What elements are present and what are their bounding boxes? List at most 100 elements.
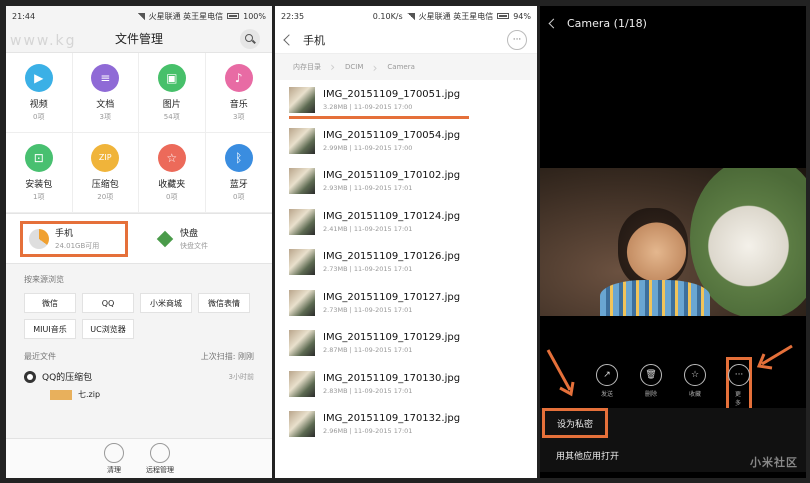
category-count: 3项 — [99, 112, 111, 121]
category-icon: ᛒ — [224, 143, 253, 172]
kuaipan-name: 快盘 — [180, 229, 199, 239]
arrow-line-left — [546, 349, 572, 391]
file-meta: 2.96MB | 11-09-2015 17:01 — [323, 427, 413, 436]
phone-storage-button[interactable]: 手机 24.01GB可用 — [20, 220, 128, 257]
file-name: IMG_20151109_170124.jpg — [323, 210, 461, 222]
source-chip[interactable]: MIUI音乐 — [24, 319, 76, 339]
category-tile[interactable]: ♪ 音乐 3项 — [205, 53, 272, 133]
file-row[interactable]: IMG_20151109_170124.jpg 2.41MB | 11-09-20… — [275, 202, 537, 243]
battery-icon — [227, 13, 240, 19]
file-row[interactable]: IMG_20151109_170051.jpg 3.28MB | 11-09-20… — [275, 80, 537, 121]
source-chip[interactable]: 小米商城 — [140, 293, 192, 313]
category-tile[interactable]: ☆ 收藏夹 0项 — [139, 133, 206, 213]
category-label: 视频 — [29, 99, 48, 110]
source-chip[interactable]: 微信表情 — [198, 293, 250, 313]
file-thumbnail — [289, 127, 315, 154]
broom-icon — [104, 442, 124, 463]
composite-screenshot: 21:44 火星联通 英王星电信 100% www.kg 文件管理 ▶ 视频 0项 ≡… — [0, 0, 810, 483]
search-icon[interactable] — [240, 29, 260, 49]
kuaipan-sub: 快盘文件 — [180, 242, 208, 250]
kuaipan-button[interactable]: 快盘 快盘文件 — [156, 226, 208, 251]
file-list: IMG_20151109_170051.jpg 3.28MB | 11-09-20… — [275, 80, 537, 445]
file-thumbnail — [289, 208, 315, 235]
file-manager-panel: 21:44 火星联通 英王星电信 100% www.kg 文件管理 ▶ 视频 0项 ≡… — [6, 6, 272, 478]
breadcrumb-item[interactable]: DCIM — [333, 61, 378, 75]
category-label: 文档 — [96, 99, 115, 110]
category-label: 图片 — [162, 99, 181, 110]
back-arrow-icon[interactable] — [283, 33, 295, 46]
category-icon: ☆ — [157, 143, 186, 172]
category-tile[interactable]: ▣ 图片 54项 — [139, 53, 206, 133]
status-carriers: 火星联通 英王星电信 — [148, 11, 224, 21]
category-icon: ▣ — [157, 63, 186, 92]
breadcrumb-item[interactable]: 内存目录 — [281, 60, 335, 74]
recent-file-name: 七.zip — [78, 390, 101, 399]
storage-row: 手机 24.01GB可用 快盘 快盘文件 — [6, 214, 272, 264]
file-thumbnail — [289, 411, 315, 438]
file-row[interactable]: IMG_20151109_170132.jpg 2.96MB | 11-09-20… — [275, 404, 537, 445]
status-speed: 0.10K/s — [372, 11, 403, 21]
breadcrumb-item[interactable]: Camera — [375, 63, 426, 71]
phone-storage-name: 手机 — [55, 229, 74, 239]
status-battery: 100% — [243, 11, 266, 21]
file-thumbnail — [289, 289, 315, 316]
source-chip[interactable]: UC浏览器 — [82, 319, 134, 339]
remote-manage-label: 远程管理 — [146, 465, 174, 474]
remote-manage-button[interactable]: 远程管理 — [146, 442, 174, 475]
battery-icon — [497, 13, 510, 19]
category-tile[interactable]: ⊡ 安装包 1项 — [6, 133, 73, 213]
file-meta: 2.73MB | 11-09-2015 17:01 — [323, 305, 413, 314]
category-count: 20项 — [97, 192, 114, 201]
file-row[interactable]: IMG_20151109_170054.jpg 2.99MB | 11-09-20… — [275, 121, 537, 162]
recent-file[interactable]: 七.zip — [6, 387, 272, 400]
kuaipan-icon — [156, 230, 174, 247]
category-tile[interactable]: ≡ 文档 3项 — [72, 53, 139, 133]
category-label: 安装包 — [25, 179, 53, 190]
file-name: IMG_20151109_170130.jpg — [323, 372, 461, 384]
file-name: IMG_20151109_170102.jpg — [323, 170, 461, 182]
file-name: IMG_20151109_170051.jpg — [323, 89, 461, 101]
recent-item[interactable]: QQ的压缩包 3小时前 — [6, 366, 272, 387]
category-icon: ▶ — [24, 63, 53, 92]
category-grid: ▶ 视频 0项 ≡ 文档 3项 ▣ 图片 54项 ♪ 音乐 3项 ⊡ 安装包 1项 ZIP 压缩包 20项 ☆ 收藏夹… — [6, 52, 272, 214]
category-tile[interactable]: ᛒ 蓝牙 0项 — [205, 133, 272, 213]
photo-viewer-panel: Camera (1/18) ↗ 发送 🗑 删除 ☆ 收藏 ··· 更多 设为私密 用其他应用打… — [540, 6, 806, 478]
status-carriers: 火星联通 英王星电信 — [418, 11, 494, 21]
category-count: 1项 — [33, 192, 45, 201]
file-row[interactable]: IMG_20151109_170127.jpg 2.73MB | 11-09-20… — [275, 283, 537, 324]
file-name: IMG_20151109_170126.jpg — [323, 251, 461, 263]
file-meta: 2.83MB | 11-09-2015 17:01 — [323, 386, 413, 395]
category-count: 3项 — [233, 112, 245, 121]
annotation-arrows — [546, 344, 793, 397]
file-row[interactable]: IMG_20151109_170126.jpg 2.73MB | 11-09-20… — [275, 242, 537, 283]
category-icon: ZIP — [91, 143, 120, 172]
page-title: 文件管理 — [114, 32, 163, 46]
category-tile[interactable]: ▶ 视频 0项 — [6, 53, 73, 133]
category-count: 0项 — [166, 192, 178, 201]
folder-view-panel: 22:35 0.10K/s 火星联通 英王星电信 94% 手机 ··· 内存目录… — [275, 6, 537, 478]
file-meta: 2.93MB | 11-09-2015 17:01 — [323, 184, 413, 193]
category-tile[interactable]: ZIP 压缩包 20项 — [72, 133, 139, 213]
category-label: 音乐 — [229, 99, 248, 110]
status-time: 22:35 — [281, 11, 305, 21]
file-name: IMG_20151109_170129.jpg — [323, 332, 461, 344]
status-bar: 22:35 0.10K/s 火星联通 英王星电信 94% — [275, 6, 537, 26]
source-chip[interactable]: 微信 — [24, 293, 76, 313]
file-thumbnail — [289, 87, 315, 114]
file-meta: 2.73MB | 11-09-2015 17:01 — [323, 265, 413, 274]
source-chips: 微信 QQ 小米商城 微信表情 MIUI音乐 UC浏览器 — [6, 291, 272, 341]
category-icon: ≡ — [91, 63, 120, 92]
category-count: 54项 — [163, 112, 180, 121]
storage-pie-icon — [29, 228, 49, 249]
breadcrumb: 内存目录DCIMCamera — [275, 54, 537, 80]
file-row[interactable]: IMG_20151109_170102.jpg 2.93MB | 11-09-20… — [275, 161, 537, 202]
bottom-toolbar: 清理 远程管理 — [6, 438, 272, 478]
source-chip[interactable]: QQ — [82, 293, 134, 313]
title-bar: www.kg 文件管理 — [6, 26, 272, 52]
clean-button[interactable]: 清理 — [104, 442, 124, 475]
category-count: 0项 — [233, 192, 245, 201]
file-row[interactable]: IMG_20151109_170130.jpg 2.83MB | 11-09-20… — [275, 364, 537, 405]
highlight-underline — [289, 115, 469, 119]
more-button[interactable]: ··· — [507, 30, 527, 50]
file-row[interactable]: IMG_20151109_170129.jpg 2.87MB | 11-09-20… — [275, 323, 537, 364]
